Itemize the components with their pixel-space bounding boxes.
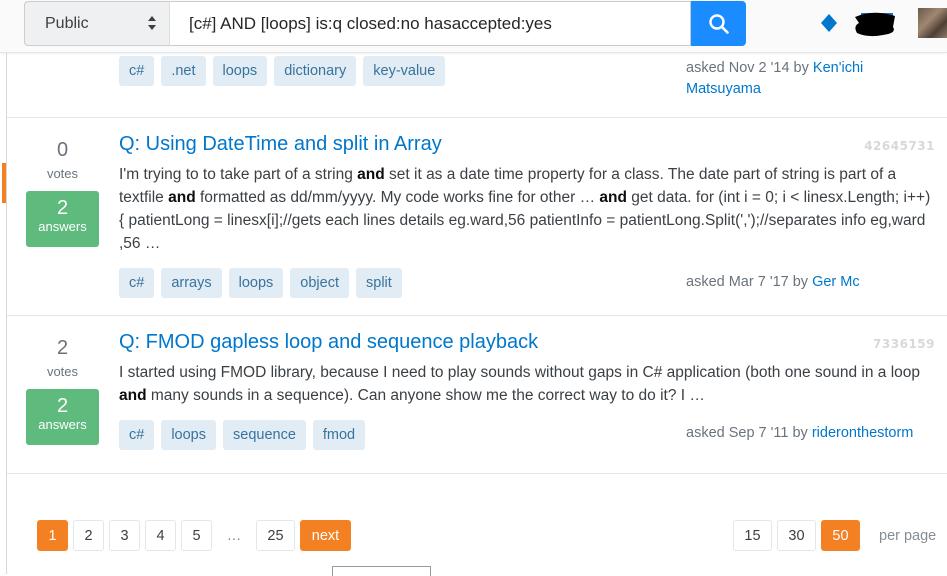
page-button-1[interactable]: 1 (37, 520, 68, 551)
highlight-term: and (168, 189, 196, 206)
redacted-username (855, 12, 895, 37)
page-size-50[interactable]: 50 (821, 520, 860, 551)
votes-label: votes (46, 364, 79, 379)
page-button-last[interactable]: 25 (256, 520, 295, 551)
page-button-2[interactable]: 2 (73, 520, 104, 551)
tag[interactable]: loops (212, 56, 268, 86)
question-id: 42645731 (864, 139, 935, 153)
excerpt-text: I'm trying to to take part of a string (119, 166, 358, 183)
author-link[interactable]: rideronthestorm (812, 425, 914, 441)
user-avatar[interactable] (918, 8, 947, 38)
tag-list: c# .net loops dictionary key-value (119, 56, 446, 86)
tag[interactable]: split (356, 268, 402, 298)
tag[interactable]: loops (161, 420, 216, 450)
search-button[interactable] (691, 1, 746, 46)
answer-count-badge: 2 answers (26, 191, 99, 247)
answers-label: answers (38, 219, 87, 234)
next-page-button[interactable]: next (300, 520, 351, 551)
diamond-icon[interactable] (820, 14, 838, 32)
result-stats: 0 votes 2 answers (26, 138, 99, 247)
tag-list: c# arrays loops object split (119, 268, 402, 298)
excerpt-text: formatted as dd/mm/yyyy. My code works f… (195, 189, 600, 206)
tag[interactable]: arrays (161, 268, 222, 298)
search-input[interactable]: [c#] AND [loops] is:q closed:no hasaccep… (169, 1, 691, 46)
tag[interactable]: fmod (312, 420, 366, 450)
asked-info: asked Nov 2 '14 by Ken'ichi Matsuyama (686, 58, 886, 100)
highlight-term: and (119, 387, 147, 404)
question-title-link[interactable]: Q: FMOD gapless loop and sequence playba… (119, 331, 538, 354)
asked-date: asked Sep 7 '11 by (686, 425, 808, 441)
tag-list: c# loops sequence fmod (119, 420, 366, 450)
top-bar: Public [c#] AND [loops] is:q closed:no h… (0, 0, 947, 53)
tag[interactable]: c# (119, 56, 155, 86)
tag[interactable]: .net (161, 56, 206, 86)
page-ellipsis: … (217, 520, 251, 551)
answer-count: 2 (56, 395, 69, 417)
result-stats: 2 votes 2 answers (26, 336, 99, 445)
result-item: 0 votes 2 answers Q: Using DateTime and … (7, 118, 947, 316)
tag[interactable]: dictionary (274, 56, 357, 86)
page-size-selector: 15 30 50 per page (733, 520, 936, 551)
asked-date: asked Nov 2 '14 by (686, 60, 809, 76)
asked-date: asked Mar 7 '17 by (686, 274, 809, 290)
scope-select[interactable]: Public (24, 1, 170, 46)
result-item: c# .net loops dictionary key-value asked… (7, 53, 947, 118)
vote-count: 0 (56, 139, 69, 161)
tag[interactable]: sequence (223, 420, 306, 450)
vote-count: 2 (56, 337, 69, 359)
tag[interactable]: c# (119, 268, 155, 298)
bottom-select[interactable] (332, 566, 431, 576)
page-size-15[interactable]: 15 (733, 520, 772, 551)
active-marker (2, 163, 6, 203)
tag[interactable]: loops (228, 268, 284, 298)
answer-count: 2 (56, 197, 69, 219)
page-button-3[interactable]: 3 (109, 520, 140, 551)
tag[interactable]: object (290, 268, 349, 298)
excerpt-text: many sounds in a sequence). Can anyone s… (146, 387, 705, 404)
scope-select-value: Public (45, 14, 89, 32)
search-icon (708, 13, 729, 34)
tag[interactable]: key-value (363, 56, 446, 86)
page-size-30[interactable]: 30 (777, 520, 816, 551)
page-button-5[interactable]: 5 (181, 520, 212, 551)
question-id: 7336159 (873, 337, 935, 351)
asked-info: asked Mar 7 '17 by Ger Mc (686, 272, 860, 293)
tag[interactable]: c# (119, 420, 155, 450)
question-title-link[interactable]: Q: Using DateTime and split in Array (119, 133, 442, 156)
asked-info: asked Sep 7 '11 by rideronthestorm (686, 423, 913, 444)
answer-count-badge: 2 answers (26, 389, 99, 445)
author-link[interactable]: Ger Mc (812, 274, 860, 290)
select-arrows-icon (148, 16, 156, 30)
result-item: 2 votes 2 answers Q: FMOD gapless loop a… (7, 316, 947, 474)
pagination: 1 2 3 4 5 … 25 next (37, 520, 351, 551)
per-page-label: per page (879, 527, 937, 544)
votes-label: votes (46, 166, 79, 181)
excerpt-text: I started using FMOD library, because I … (119, 364, 921, 381)
answers-label: answers (38, 417, 87, 432)
highlight-term: and (599, 189, 627, 206)
question-excerpt: I started using FMOD library, because I … (119, 361, 939, 407)
question-excerpt: I'm trying to to take part of a string a… (119, 163, 939, 255)
highlight-term: and (357, 166, 385, 183)
page-button-4[interactable]: 4 (145, 520, 176, 551)
